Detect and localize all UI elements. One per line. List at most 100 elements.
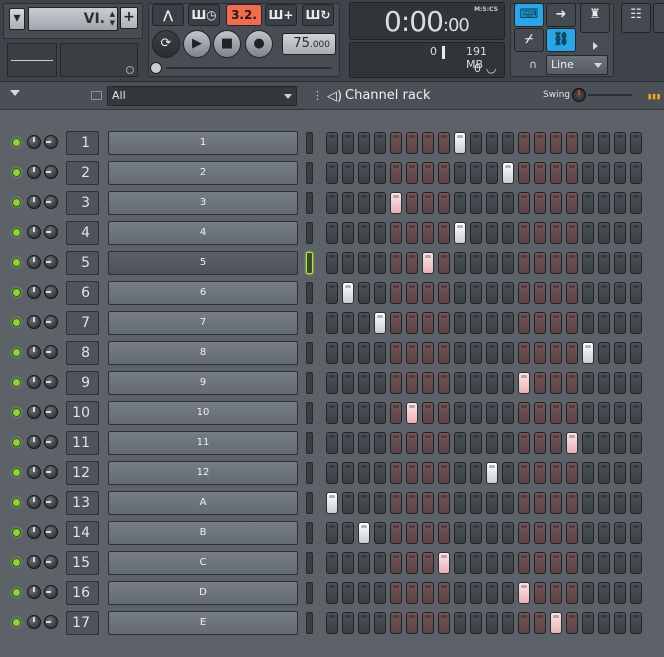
step-button[interactable]: [566, 492, 578, 514]
channel-select-indicator[interactable]: [306, 402, 313, 424]
step-button[interactable]: [614, 222, 626, 244]
step-button[interactable]: [534, 252, 546, 274]
step-button[interactable]: [470, 612, 482, 634]
step-button[interactable]: [374, 222, 386, 244]
step-button[interactable]: [582, 402, 594, 424]
step-button[interactable]: [438, 582, 450, 604]
step-button[interactable]: [454, 582, 466, 604]
step-button[interactable]: [582, 282, 594, 304]
step-button[interactable]: [598, 462, 610, 484]
step-button[interactable]: [566, 252, 578, 274]
step-button[interactable]: [390, 432, 402, 454]
step-button[interactable]: [598, 162, 610, 184]
step-button[interactable]: [454, 372, 466, 394]
channel-mute-led[interactable]: [12, 588, 21, 597]
drag-handle-icon[interactable]: ⋮: [312, 89, 323, 102]
channel-select-indicator[interactable]: [306, 372, 313, 394]
step-button[interactable]: [422, 132, 434, 154]
step-button[interactable]: [614, 462, 626, 484]
step-button[interactable]: [614, 402, 626, 424]
step-button[interactable]: [406, 522, 418, 544]
channel-select-indicator[interactable]: [306, 192, 313, 214]
step-button[interactable]: [518, 462, 530, 484]
channel-select-indicator[interactable]: [306, 342, 313, 364]
step-button[interactable]: [582, 342, 594, 364]
channel-mixer-track[interactable]: 7: [66, 311, 99, 335]
step-button[interactable]: [534, 402, 546, 424]
step-button[interactable]: [518, 252, 530, 274]
channel-volume-knob[interactable]: [27, 405, 41, 419]
step-button[interactable]: [470, 582, 482, 604]
channel-filter-select[interactable]: All: [107, 86, 297, 106]
channel-mute-led[interactable]: [12, 558, 21, 567]
channel-volume-knob[interactable]: [27, 525, 41, 539]
channel-select-indicator[interactable]: [306, 522, 313, 544]
channel-mute-led[interactable]: [12, 618, 21, 627]
step-button[interactable]: [342, 342, 354, 364]
channel-name-button[interactable]: 4: [108, 221, 298, 245]
step-button[interactable]: [406, 342, 418, 364]
step-button[interactable]: [614, 552, 626, 574]
channel-mixer-track[interactable]: 11: [66, 431, 99, 455]
step-button[interactable]: [502, 372, 514, 394]
step-button[interactable]: [406, 252, 418, 274]
step-button[interactable]: [422, 342, 434, 364]
step-button[interactable]: [518, 432, 530, 454]
step-button[interactable]: [406, 552, 418, 574]
step-button[interactable]: [454, 462, 466, 484]
step-button[interactable]: [518, 162, 530, 184]
step-button[interactable]: [422, 252, 434, 274]
step-button[interactable]: [486, 462, 498, 484]
step-button[interactable]: [406, 612, 418, 634]
channel-name-button[interactable]: 6: [108, 281, 298, 305]
step-button[interactable]: [630, 162, 642, 184]
step-button[interactable]: [630, 282, 642, 304]
step-button[interactable]: [422, 522, 434, 544]
channel-mixer-track[interactable]: 5: [66, 251, 99, 275]
step-edit-icon[interactable]: Ш+: [265, 4, 297, 26]
channel-select-indicator[interactable]: [306, 582, 313, 604]
step-button[interactable]: [454, 312, 466, 334]
metronome-weight-icon[interactable]: ♜: [580, 3, 610, 33]
step-button[interactable]: [566, 432, 578, 454]
step-button[interactable]: [518, 342, 530, 364]
step-button[interactable]: [470, 432, 482, 454]
step-button[interactable]: [438, 252, 450, 274]
channel-mute-led[interactable]: [12, 318, 21, 327]
step-button[interactable]: [598, 552, 610, 574]
step-button[interactable]: [454, 402, 466, 424]
step-button[interactable]: [454, 342, 466, 364]
channel-pan-knob[interactable]: [44, 465, 58, 479]
step-button[interactable]: [422, 402, 434, 424]
channel-volume-knob[interactable]: [27, 165, 41, 179]
step-button[interactable]: [630, 432, 642, 454]
step-button[interactable]: [502, 222, 514, 244]
step-button[interactable]: [326, 282, 338, 304]
step-button[interactable]: [534, 342, 546, 364]
folder-icon[interactable]: [91, 91, 102, 100]
step-button[interactable]: [438, 462, 450, 484]
step-button[interactable]: [390, 252, 402, 274]
step-button[interactable]: [422, 612, 434, 634]
channel-volume-knob[interactable]: [27, 375, 41, 389]
step-button[interactable]: [358, 582, 370, 604]
step-button[interactable]: [518, 372, 530, 394]
step-button[interactable]: [390, 462, 402, 484]
step-button[interactable]: [630, 312, 642, 334]
step-button[interactable]: [630, 192, 642, 214]
channel-mute-led[interactable]: [12, 228, 21, 237]
step-button[interactable]: [342, 222, 354, 244]
channel-select-indicator[interactable]: [306, 222, 313, 244]
step-button[interactable]: [566, 342, 578, 364]
step-button[interactable]: [550, 432, 562, 454]
step-button[interactable]: [486, 312, 498, 334]
channel-mute-led[interactable]: [12, 348, 21, 357]
brush-icon[interactable]: ⌿: [514, 28, 544, 52]
channel-mute-led[interactable]: [12, 258, 21, 267]
channel-mixer-track[interactable]: 10: [66, 401, 99, 425]
step-button[interactable]: [422, 462, 434, 484]
step-button[interactable]: [342, 432, 354, 454]
step-button[interactable]: [470, 132, 482, 154]
arrow-right-icon[interactable]: ➜: [546, 3, 576, 27]
step-button[interactable]: [534, 582, 546, 604]
